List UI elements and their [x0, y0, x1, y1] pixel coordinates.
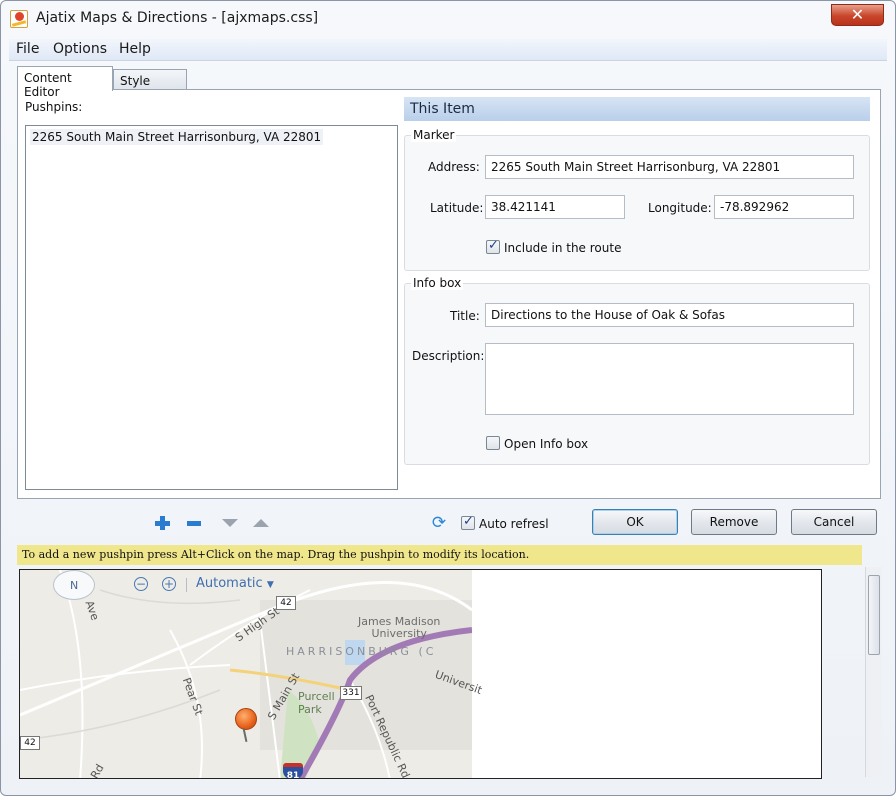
include-route-checkbox[interactable]	[486, 238, 500, 254]
menu-bar: File Options Help	[9, 39, 887, 61]
ok-button[interactable]: OK	[592, 509, 678, 535]
tab-content-editor[interactable]: Content Editor	[17, 66, 113, 99]
remove-button[interactable]: Remove	[691, 509, 777, 535]
map-label-harrisonburg: HARRISONBURG (C	[286, 645, 437, 658]
longitude-input[interactable]: -78.892962	[714, 195, 854, 219]
infobox-group-title: Info box	[411, 276, 464, 290]
map-frame[interactable]: N − + Automatic ▼ HARRISONBURG (C James …	[19, 569, 822, 779]
pushpins-list[interactable]: 2265 South Main Street Harrisonburg, VA …	[25, 125, 398, 490]
address-input[interactable]: 2265 South Main Street Harrisonburg, VA …	[485, 155, 854, 179]
menu-help[interactable]: Help	[119, 41, 151, 57]
scrollbar-thumb[interactable]	[868, 575, 880, 655]
map-pushpin-icon[interactable]	[235, 708, 257, 730]
menu-options[interactable]: Options	[53, 41, 107, 57]
map-scrollbar[interactable]	[865, 567, 882, 777]
include-route-label: Include in the route	[504, 241, 622, 255]
map-mode-selector[interactable]: Automatic ▼	[196, 576, 274, 591]
route-331-shield: 331	[340, 686, 362, 700]
infobox-title-input[interactable]: Directions to the House of Oak & Sofas	[485, 303, 854, 327]
app-icon	[10, 10, 28, 28]
auto-refresh-checkbox[interactable]	[461, 514, 475, 530]
zoom-in-icon[interactable]: +	[162, 577, 176, 591]
chevron-down-icon: ▼	[266, 580, 274, 590]
open-infobox-label: Open Info box	[504, 437, 589, 451]
pushpins-label: Pushpins:	[25, 100, 83, 114]
open-infobox-checkbox[interactable]	[486, 436, 500, 450]
title-label: Title:	[450, 309, 480, 323]
move-down-icon[interactable]	[220, 515, 238, 531]
window-title: Ajatix Maps & Directions - [ajxmaps.css]	[36, 10, 319, 26]
remove-pushpin-icon[interactable]	[185, 515, 203, 531]
list-item[interactable]: 2265 South Main Street Harrisonburg, VA …	[30, 129, 324, 145]
address-label: Address:	[428, 160, 480, 174]
map-label-purcell-park: Purcell Park	[298, 690, 335, 716]
close-window-button[interactable]: ✕	[831, 4, 884, 26]
route-42-shield-left: 42	[20, 736, 40, 750]
auto-refresh-label: Auto refresl	[479, 517, 549, 531]
menu-file[interactable]: File	[16, 41, 39, 57]
move-up-icon[interactable]	[251, 515, 269, 531]
map-label-jmu: James Madison University	[358, 615, 441, 640]
map-mode-label: Automatic	[196, 576, 263, 591]
interstate-81-shield: 81	[283, 763, 303, 778]
longitude-label: Longitude:	[648, 201, 712, 215]
zoom-out-icon[interactable]: −	[134, 577, 148, 591]
map-toolbar-divider	[186, 578, 187, 592]
tab-style-editor[interactable]: Style Editor	[113, 69, 187, 102]
title-bar: Ajatix Maps & Directions - [ajxmaps.css]…	[1, 1, 895, 37]
compass-n-label: N	[70, 579, 79, 592]
compass-control[interactable]: N	[53, 570, 95, 600]
latitude-label: Latitude:	[430, 201, 484, 215]
cancel-button[interactable]: Cancel	[791, 509, 877, 535]
add-pushpin-icon[interactable]	[153, 515, 171, 531]
description-label: Description:	[412, 349, 485, 363]
marker-group-title: Marker	[411, 128, 457, 142]
map-canvas[interactable]: N − + Automatic ▼ HARRISONBURG (C James …	[20, 570, 484, 778]
hint-bar: To add a new pushpin press Alt+Click on …	[17, 545, 862, 565]
this-item-header: This Item	[404, 97, 870, 121]
app-window: Ajatix Maps & Directions - [ajxmaps.css]…	[0, 0, 896, 796]
description-textarea[interactable]	[485, 343, 854, 415]
latitude-input[interactable]: 38.421141	[485, 195, 625, 219]
route-42-shield-top: 42	[276, 596, 296, 610]
refresh-icon[interactable]: ⟳	[430, 515, 448, 532]
